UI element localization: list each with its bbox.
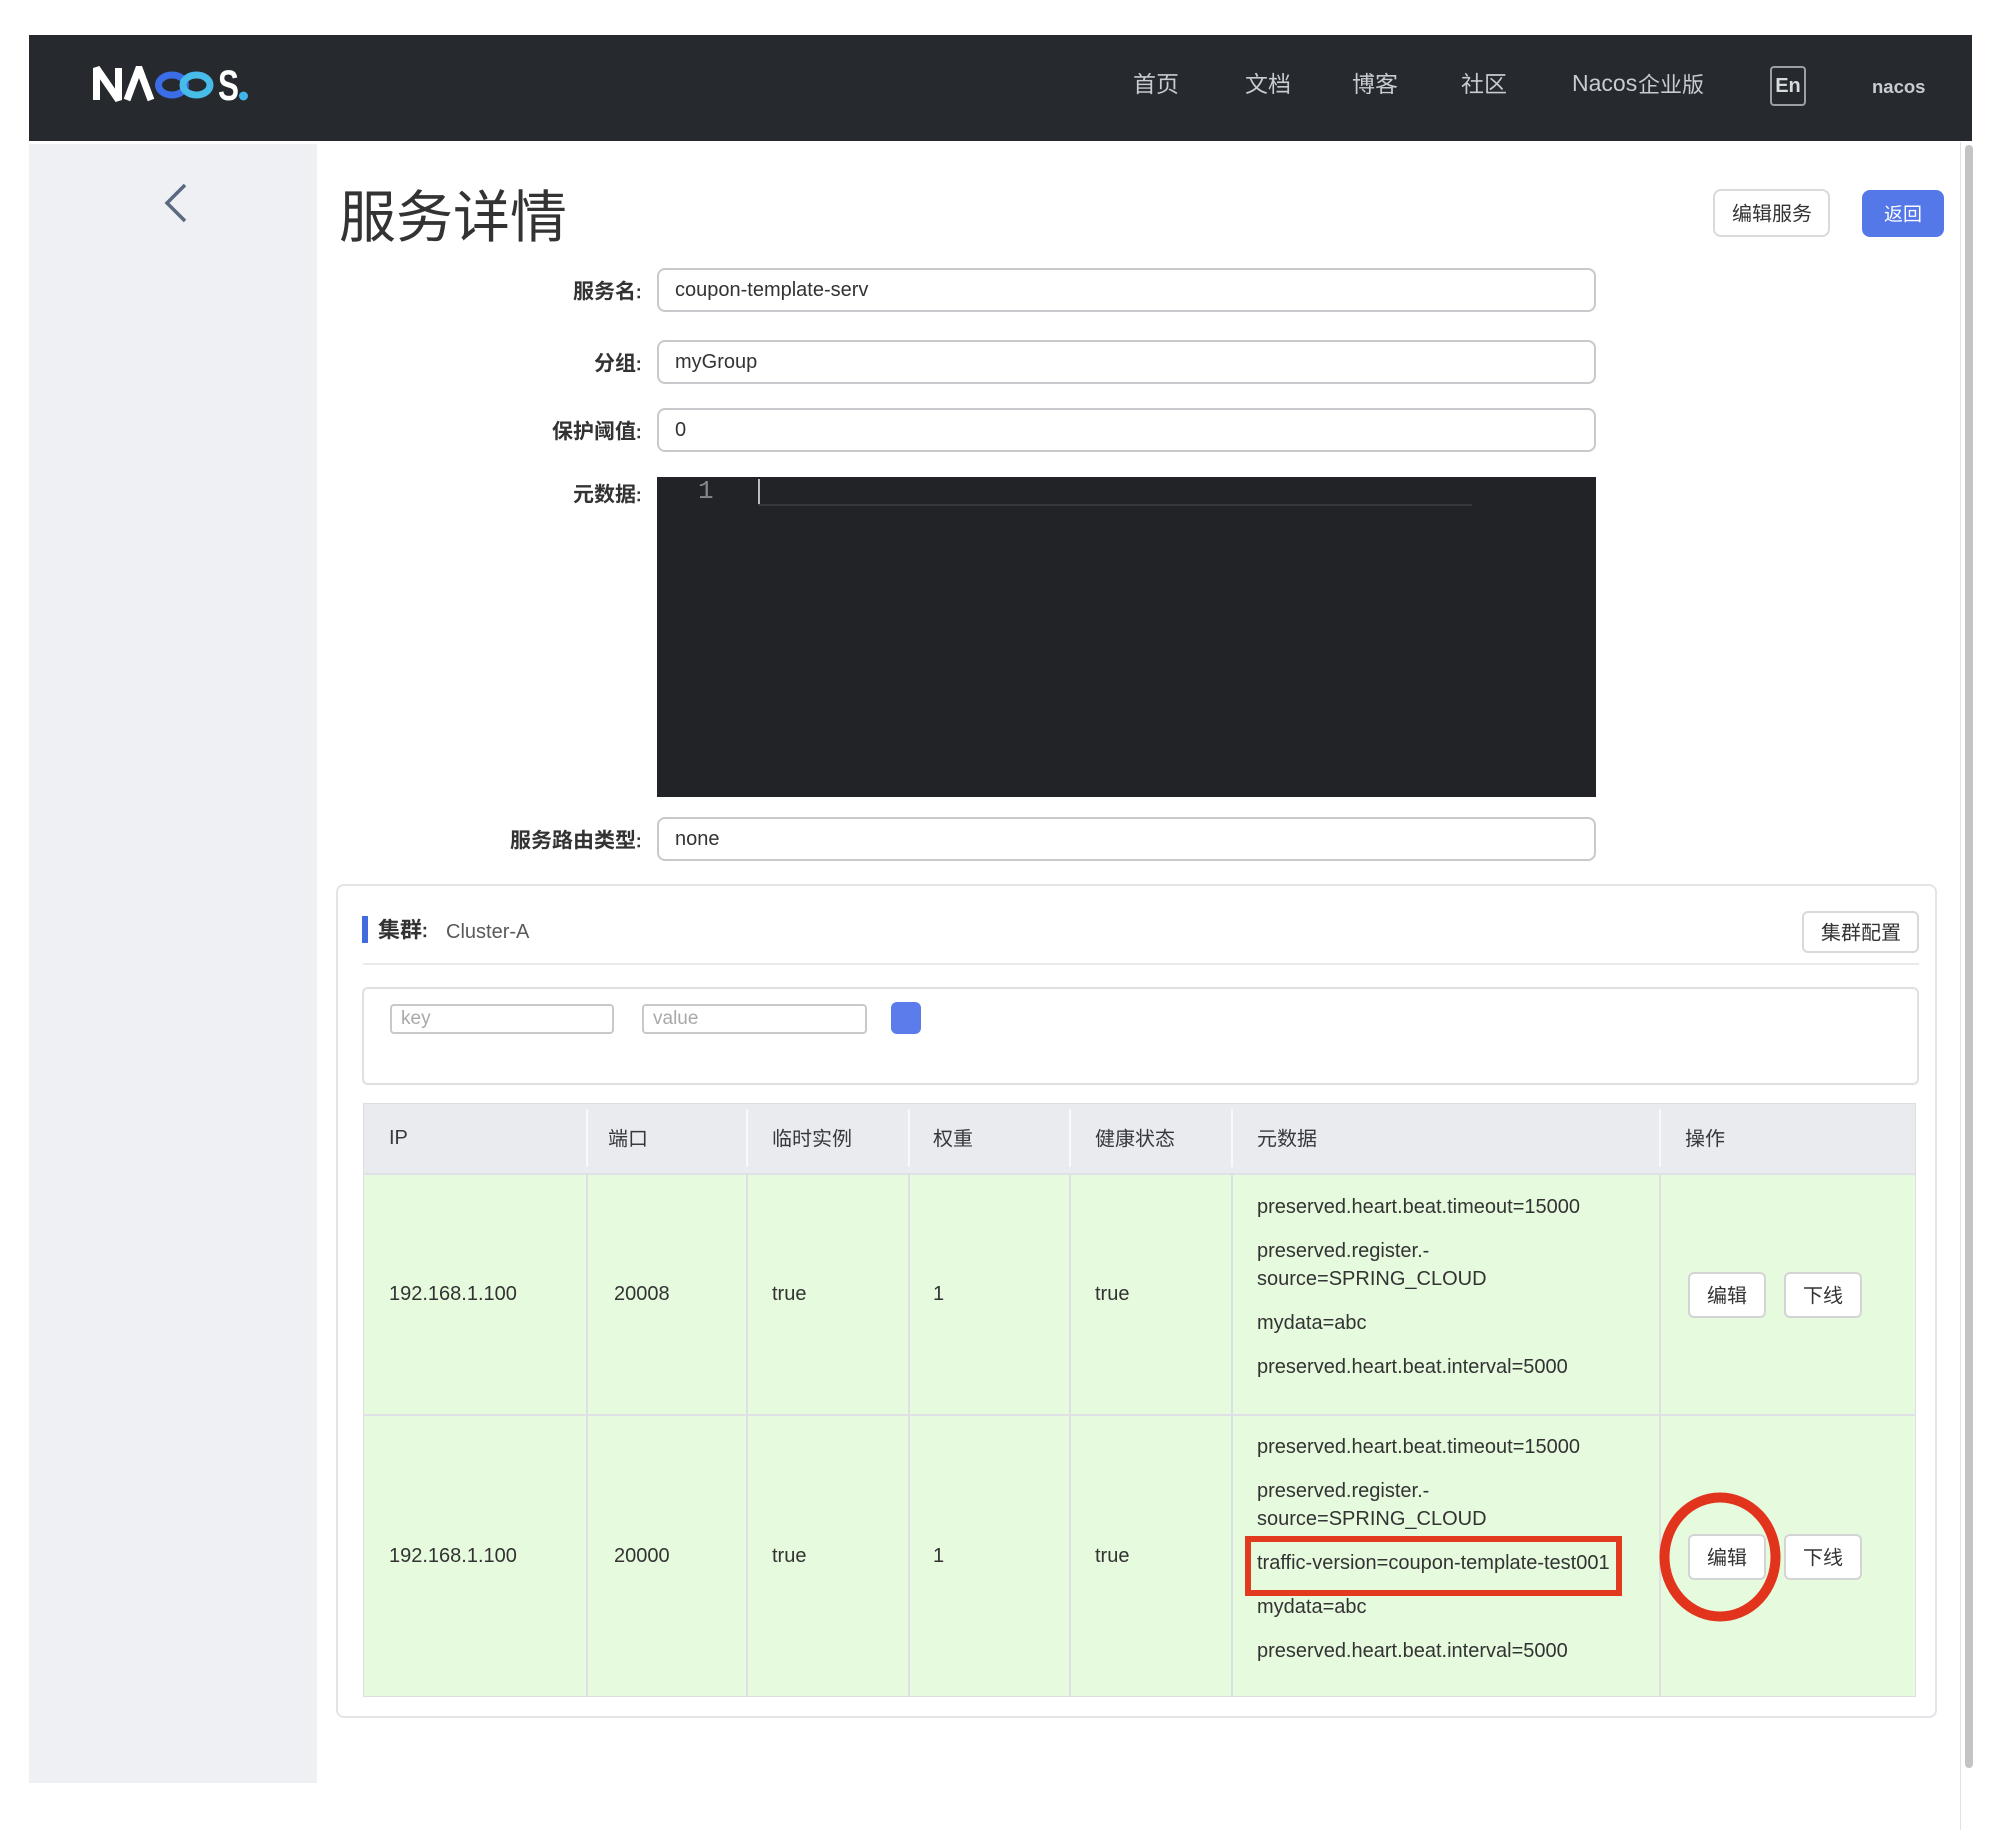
svg-text:S: S xyxy=(218,66,239,106)
